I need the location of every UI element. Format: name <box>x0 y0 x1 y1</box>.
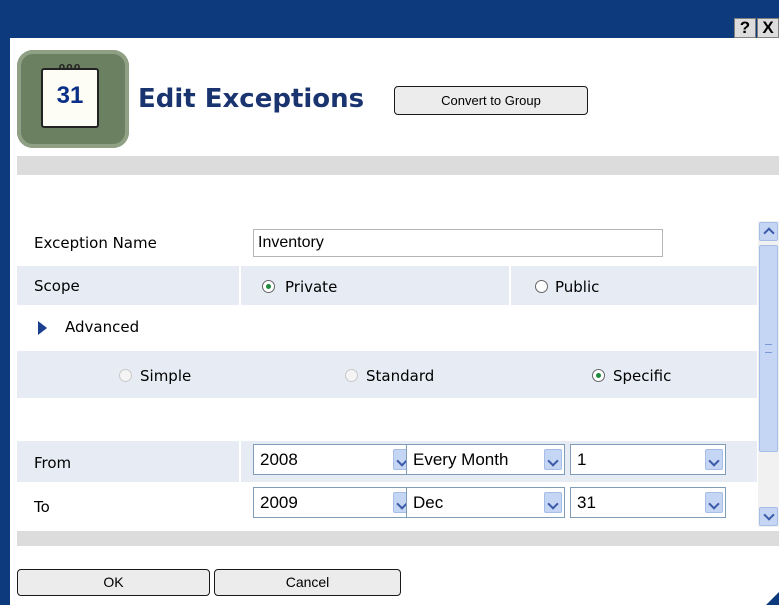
calendar-page: ooo 31 <box>41 60 99 128</box>
cell-divider <box>239 266 241 305</box>
window-left-border <box>0 38 10 605</box>
from-row: From 2008 Every Month 1 <box>17 441 757 482</box>
exception-name-label: Exception Name <box>34 234 157 252</box>
scope-row: Scope Private Public <box>17 266 757 305</box>
mode-row: Simple Standard Specific <box>17 351 757 398</box>
chevron-down-icon <box>705 449 723 470</box>
scope-private-radio[interactable] <box>262 280 275 293</box>
to-month-select[interactable]: Dec <box>406 487 565 518</box>
scroll-thumb[interactable] <box>759 245 778 452</box>
from-year-select[interactable]: 2008 <box>253 444 414 475</box>
scope-private-label: Private <box>285 278 338 296</box>
advanced-label: Advanced <box>65 318 140 336</box>
to-day-select[interactable]: 31 <box>570 487 726 518</box>
calendar-icon: ooo 31 <box>17 50 129 148</box>
footer-divider <box>17 531 779 546</box>
scroll-up-icon[interactable] <box>759 222 778 241</box>
scope-public-radio[interactable] <box>535 280 548 293</box>
from-year-value: 2008 <box>260 450 298 469</box>
chevron-down-icon <box>544 492 562 513</box>
mode-simple-label: Simple <box>140 367 192 385</box>
chevron-down-icon <box>705 492 723 513</box>
mode-standard-radio[interactable] <box>345 369 358 382</box>
calendar-rings-icon: ooo <box>58 60 82 73</box>
from-label: From <box>34 454 72 472</box>
scroll-down-icon[interactable] <box>759 507 778 526</box>
ok-button[interactable]: OK <box>17 569 210 596</box>
from-month-select[interactable]: Every Month <box>406 444 565 475</box>
mode-simple-radio[interactable] <box>119 369 132 382</box>
mode-standard-label: Standard <box>366 367 435 385</box>
convert-to-group-button[interactable]: Convert to Group <box>394 86 588 115</box>
to-year-select[interactable]: 2009 <box>253 487 414 518</box>
cell-divider <box>509 266 511 305</box>
header-divider <box>17 156 779 175</box>
advanced-toggle[interactable]: Advanced <box>17 308 757 348</box>
close-button[interactable]: X <box>757 18 779 38</box>
from-day-select[interactable]: 1 <box>570 444 726 475</box>
scope-label: Scope <box>34 277 80 295</box>
chevron-down-icon <box>544 449 562 470</box>
from-day-value: 1 <box>577 450 587 469</box>
resize-grip-icon[interactable] <box>766 592 779 605</box>
page-title: Edit Exceptions <box>138 84 365 114</box>
mode-specific-label: Specific <box>613 367 672 385</box>
to-day-value: 31 <box>577 493 596 512</box>
to-row: To 2009 Dec 31 <box>17 484 757 527</box>
cell-divider <box>239 441 241 482</box>
to-label: To <box>34 498 50 516</box>
to-year-value: 2009 <box>260 493 298 512</box>
mode-specific-radio[interactable] <box>592 369 605 382</box>
exception-name-row: Exception Name Inventory <box>17 226 757 264</box>
from-month-value: Every Month <box>413 450 509 469</box>
expand-triangle-icon <box>38 321 47 335</box>
exception-name-input[interactable]: Inventory <box>253 229 663 257</box>
calendar-day-number: 31 <box>56 82 84 109</box>
scope-public-label: Public <box>555 278 600 296</box>
help-button[interactable]: ? <box>734 18 756 38</box>
cancel-button[interactable]: Cancel <box>214 569 401 596</box>
window-titlebar: ? X <box>0 0 779 38</box>
to-month-value: Dec <box>413 493 444 512</box>
vertical-scrollbar[interactable] <box>758 221 779 527</box>
